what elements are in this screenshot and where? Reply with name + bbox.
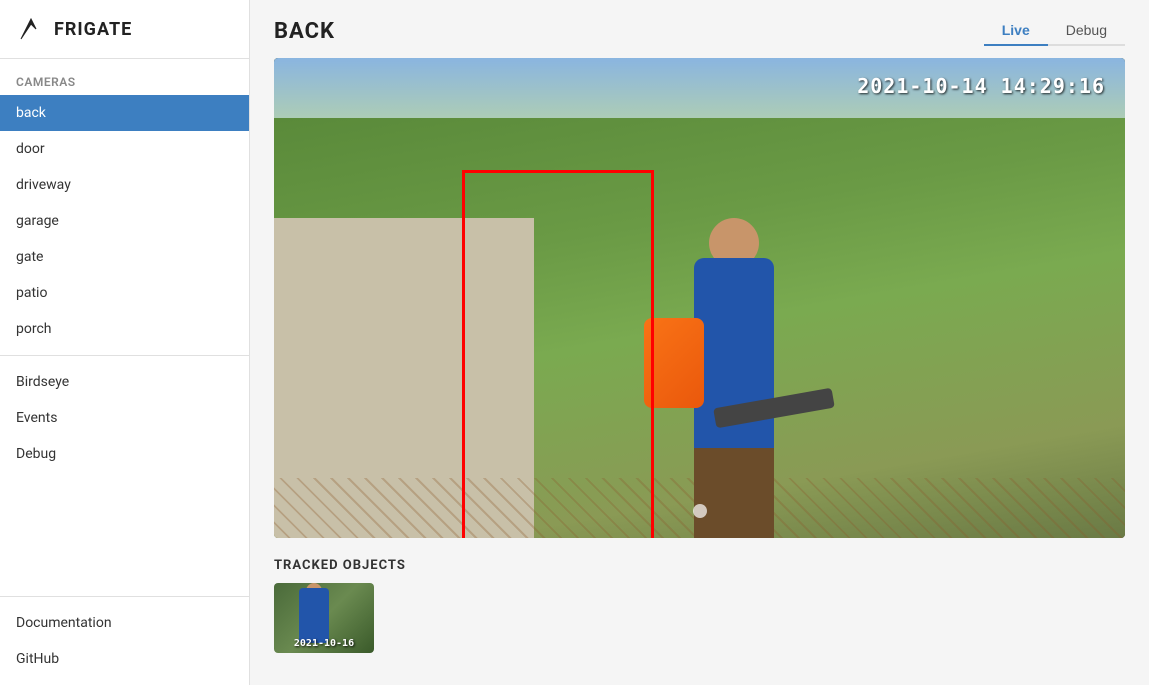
person-body [694,258,774,458]
person-figure [654,218,854,538]
sidebar-bottom: Documentation GitHub [0,596,249,685]
person-legs [694,448,774,538]
cameras-section-label: Cameras [0,59,249,95]
thumbnail-timestamp: 2021-10-16 [294,638,354,649]
camera-door[interactable]: door [0,131,249,167]
main-header: BACK Live Debug [274,16,1125,46]
camera-feed-container: 2021-10-14 14:29:16 [274,58,1125,538]
camera-back[interactable]: back [0,95,249,131]
page-title: BACK [274,19,335,44]
sidebar-item-github[interactable]: GitHub [0,641,249,677]
blower-body [644,318,704,408]
tracked-objects-section: TRACKED OBJECTS 2021-10-16 [274,558,1125,653]
tracked-object-thumbnail-1[interactable]: 2021-10-16 [274,583,374,653]
tab-debug[interactable]: Debug [1048,16,1125,46]
tracked-objects-title: TRACKED OBJECTS [274,558,1125,573]
camera-driveway[interactable]: driveway [0,167,249,203]
sidebar-item-events[interactable]: Events [0,400,249,436]
sidebar-item-birdseye[interactable]: Birdseye [0,364,249,400]
camera-garage[interactable]: garage [0,203,249,239]
camera-porch[interactable]: porch [0,311,249,347]
tracked-objects-list: 2021-10-16 [274,583,1125,653]
tab-live[interactable]: Live [984,16,1048,46]
logo-container: FRIGATE [0,0,249,59]
tab-group: Live Debug [984,16,1125,46]
camera-feed: 2021-10-14 14:29:16 [274,58,1125,538]
thumbnail-person [299,588,329,643]
sidebar-item-debug[interactable]: Debug [0,436,249,472]
camera-patio[interactable]: patio [0,275,249,311]
motion-indicator [693,504,707,518]
main-content: BACK Live Debug 2021-10-14 14:29 [250,0,1149,685]
camera-gate[interactable]: gate [0,239,249,275]
sidebar: FRIGATE Cameras back door driveway garag… [0,0,250,685]
app-name: FRIGATE [54,19,132,40]
camera-timestamp: 2021-10-14 14:29:16 [857,74,1105,98]
sidebar-divider-1 [0,355,249,356]
sidebar-item-documentation[interactable]: Documentation [0,605,249,641]
frigate-logo-icon [16,14,46,44]
